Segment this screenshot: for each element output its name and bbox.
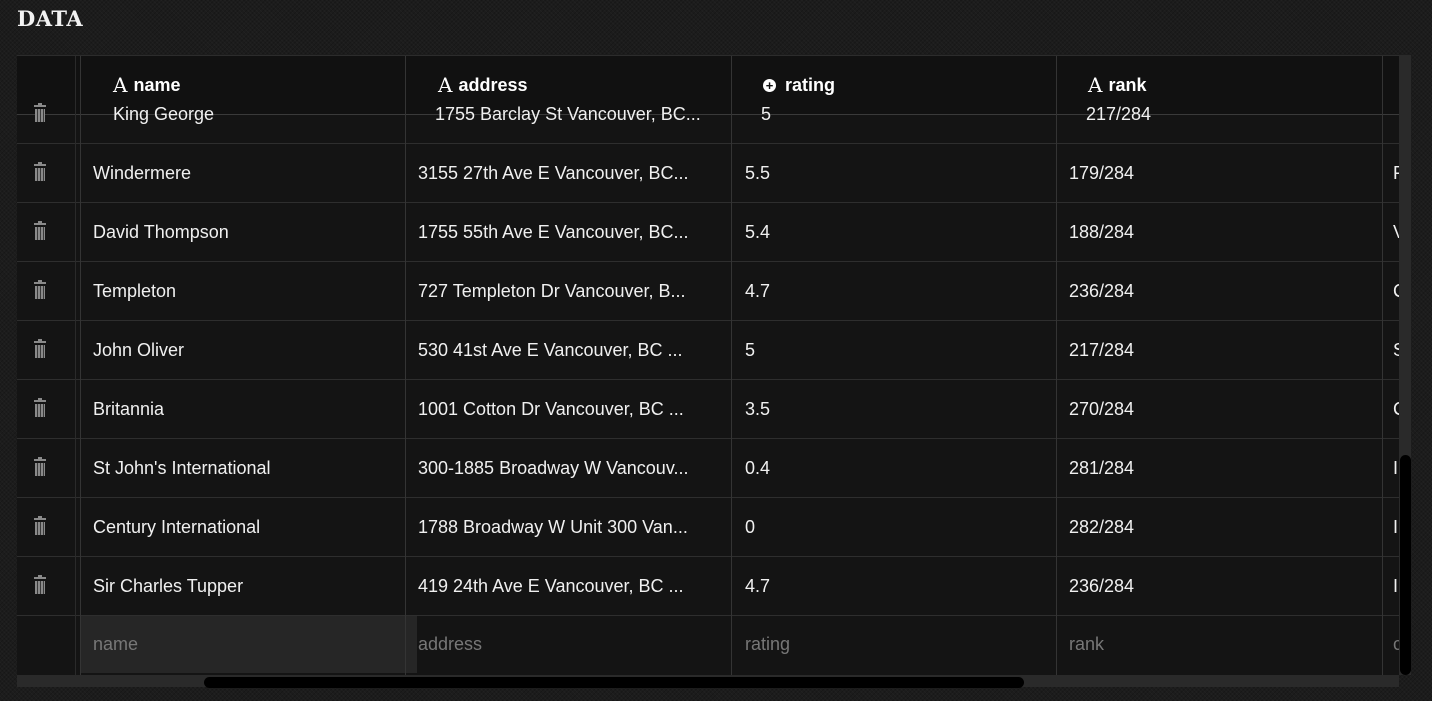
- cell-rank[interactable]: 270/284: [1069, 380, 1369, 438]
- cell-rank[interactable]: 217/284: [1086, 85, 1386, 143]
- cell-name[interactable]: Century International: [93, 498, 393, 556]
- trash-icon[interactable]: [33, 280, 47, 300]
- data-grid: A name A address + rating A rank A King …: [17, 55, 1399, 676]
- cell-rating[interactable]: 4.7: [745, 557, 1045, 615]
- cell-name[interactable]: Sir Charles Tupper: [93, 557, 393, 615]
- trash-icon[interactable]: [33, 398, 47, 418]
- cell-rank[interactable]: 236/284: [1069, 262, 1369, 320]
- table-row: John Oliver 530 41st Ave E Vancouver, BC…: [17, 321, 1399, 380]
- cell-name[interactable]: Britannia: [93, 380, 393, 438]
- cell-rank[interactable]: 281/284: [1069, 439, 1369, 497]
- trash-icon[interactable]: [33, 103, 47, 123]
- trash-icon[interactable]: [33, 575, 47, 595]
- horizontal-scrollbar-thumb[interactable]: [204, 677, 1024, 688]
- section-title: DATA: [17, 6, 84, 31]
- new-rating-input[interactable]: rating: [731, 616, 1059, 673]
- cell-rank[interactable]: 188/284: [1069, 203, 1369, 261]
- cell-rank[interactable]: 236/284: [1069, 557, 1369, 615]
- cell-rating[interactable]: 5.4: [745, 203, 1045, 261]
- cell-rating[interactable]: 5: [745, 321, 1045, 379]
- cell-address[interactable]: 1755 Barclay St Vancouver, BC...: [435, 85, 735, 143]
- table-row: Britannia 1001 Cotton Dr Vancouver, BC .…: [17, 380, 1399, 439]
- cell-address[interactable]: 419 24th Ave E Vancouver, BC ...: [418, 557, 718, 615]
- cell-rank[interactable]: 217/284: [1069, 321, 1369, 379]
- new-name-input[interactable]: name: [80, 616, 417, 673]
- trash-icon[interactable]: [33, 339, 47, 359]
- cell-name[interactable]: King George: [113, 85, 413, 143]
- cell-rank[interactable]: 179/284: [1069, 144, 1369, 202]
- trash-icon[interactable]: [33, 221, 47, 241]
- cell-address[interactable]: 1001 Cotton Dr Vancouver, BC ...: [418, 380, 718, 438]
- table-row: David Thompson 1755 55th Ave E Vancouver…: [17, 203, 1399, 262]
- cell-rating[interactable]: 3.5: [745, 380, 1045, 438]
- cell-name[interactable]: Windermere: [93, 144, 393, 202]
- cell-address[interactable]: 300-1885 Broadway W Vancouv...: [418, 439, 718, 497]
- new-rank-input[interactable]: rank: [1056, 616, 1383, 673]
- trash-icon[interactable]: [33, 457, 47, 477]
- table-row: King George 1755 Barclay St Vancouver, B…: [17, 85, 1399, 144]
- table-row: Sir Charles Tupper 419 24th Ave E Vancou…: [17, 557, 1399, 616]
- table-row: St John's International 300-1885 Broadwa…: [17, 439, 1399, 498]
- cell-name[interactable]: David Thompson: [93, 203, 393, 261]
- cell-rank[interactable]: 282/284: [1069, 498, 1369, 556]
- table-row: Century International 1788 Broadway W Un…: [17, 498, 1399, 557]
- cell-name[interactable]: Templeton: [93, 262, 393, 320]
- cell-rating[interactable]: 5: [761, 85, 1061, 143]
- trash-icon[interactable]: [33, 162, 47, 182]
- cell-address[interactable]: 727 Templeton Dr Vancouver, B...: [418, 262, 718, 320]
- table-row: Windermere 3155 27th Ave E Vancouver, BC…: [17, 144, 1399, 203]
- cell-rating[interactable]: 4.7: [745, 262, 1045, 320]
- cell-address[interactable]: 1755 55th Ave E Vancouver, BC...: [418, 203, 718, 261]
- cell-rating[interactable]: 0.4: [745, 439, 1045, 497]
- vertical-scrollbar-thumb[interactable]: [1400, 455, 1411, 675]
- new-row: name address rating rank c: [17, 616, 1399, 674]
- new-address-input[interactable]: address: [405, 616, 731, 673]
- cell-address[interactable]: 3155 27th Ave E Vancouver, BC...: [418, 144, 718, 202]
- cell-rating[interactable]: 5.5: [745, 144, 1045, 202]
- cell-address[interactable]: 1788 Broadway W Unit 300 Van...: [418, 498, 718, 556]
- trash-icon[interactable]: [33, 516, 47, 536]
- table-row: Templeton 727 Templeton Dr Vancouver, B.…: [17, 262, 1399, 321]
- cell-name[interactable]: St John's International: [93, 439, 393, 497]
- cell-address[interactable]: 530 41st Ave E Vancouver, BC ...: [418, 321, 718, 379]
- new-extra-input[interactable]: c: [1382, 616, 1399, 673]
- cell-rating[interactable]: 0: [745, 498, 1045, 556]
- cell-name[interactable]: John Oliver: [93, 321, 393, 379]
